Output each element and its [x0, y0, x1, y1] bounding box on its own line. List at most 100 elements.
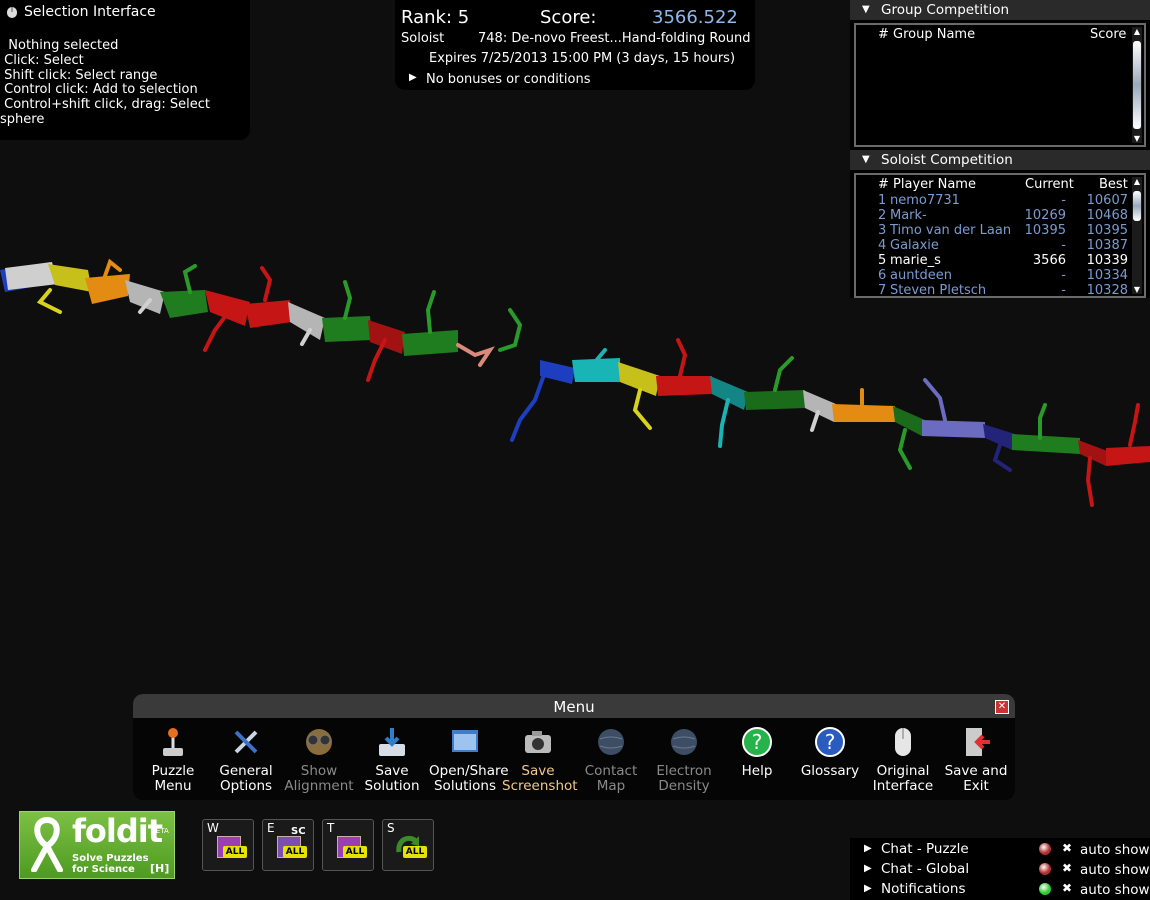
selection-title: Selection Interface: [24, 4, 156, 20]
player-name: Timo van der Laan: [890, 223, 1012, 238]
menu-label-line2: Screenshot: [502, 778, 578, 794]
original-interface-button[interactable]: Original Interface: [867, 726, 939, 794]
player-current: -: [1061, 238, 1066, 253]
chat-puzzle-toggle[interactable]: ▶ Chat - Puzzle ✖ auto show: [850, 840, 1150, 860]
open-share-solutions-button[interactable]: Open/Share Solutions: [429, 726, 509, 794]
checkbox-icon[interactable]: ✖: [1062, 861, 1072, 875]
player-rank: 1: [878, 193, 887, 208]
player-row[interactable]: 1 nemo7731 - 10607: [856, 193, 1132, 208]
player-rank: 5: [878, 253, 887, 268]
player-current: 10269: [1024, 208, 1066, 223]
player-name: nemo7731: [890, 193, 960, 208]
menu-label-line1: Contact: [584, 763, 638, 779]
score-panel: Rank: 5 Score: 3566.522 Soloist 748: De-…: [395, 0, 755, 90]
player-row[interactable]: 6 auntdeen - 10334: [856, 268, 1132, 283]
logo-hotkey: [H]: [150, 862, 170, 875]
player-rank: 3: [878, 223, 887, 238]
menu-label-line1: Original: [876, 763, 930, 779]
player-row[interactable]: 2 Mark- 10269 10468: [856, 208, 1132, 223]
checkbox-icon[interactable]: ✖: [1062, 881, 1072, 895]
save-solution-button[interactable]: Save Solution: [356, 726, 428, 794]
logo-word: foldit: [72, 812, 163, 850]
menu-label-line1: Save and: [944, 763, 1008, 779]
general-options-button[interactable]: General Options: [210, 726, 282, 794]
glossary-icon: ?: [815, 727, 845, 757]
folder-icon: [452, 730, 478, 752]
menu-label-line1: Save: [521, 763, 555, 779]
player-row[interactable]: 4 Galaxie - 10387: [856, 238, 1132, 253]
player-best: 10339: [1086, 253, 1128, 268]
player-best: 10468: [1086, 208, 1128, 223]
group-competition-list[interactable]: # Group Name Score ▲ ▼: [854, 23, 1146, 147]
notifications-toggle[interactable]: ▶ Notifications ✖ auto show: [850, 880, 1150, 900]
hotkey-label: W: [207, 821, 219, 835]
camera-icon: [525, 731, 551, 753]
logo-beta: BETA: [151, 827, 169, 835]
collapse-arrow-icon: ▼: [862, 4, 870, 15]
menu-label-line1: Glossary: [800, 763, 860, 779]
checkbox-icon[interactable]: ✖: [1062, 841, 1072, 855]
wiggle-all-button[interactable]: W ALL: [202, 819, 254, 871]
scroll-down-icon[interactable]: ▼: [1132, 285, 1142, 294]
player-rank: 6: [878, 268, 887, 283]
mode-label: Soloist: [401, 31, 445, 46]
expires-label: Expires 7/25/2013 15:00 PM (3 days, 15 h…: [429, 51, 736, 66]
electron-density-button[interactable]: Electron Density: [648, 726, 720, 794]
scroll-thumb[interactable]: [1133, 41, 1141, 129]
expand-arrow-icon[interactable]: ▶: [409, 72, 417, 83]
all-badge: ALL: [223, 846, 247, 858]
player-name: Steven Pletsch: [890, 283, 987, 298]
show-alignment-button[interactable]: Show Alignment: [283, 726, 355, 794]
selection-instructions: Nothing selected Click: Select Shift cli…: [0, 38, 210, 128]
score-value: 3566.522: [652, 7, 738, 28]
all-badge: ALL: [403, 846, 427, 858]
expand-arrow-icon: ▶: [864, 843, 872, 854]
svg-text:?: ?: [752, 730, 763, 754]
tweak-all-button[interactable]: T ALL: [322, 819, 374, 871]
scroll-up-icon[interactable]: ▲: [1132, 27, 1142, 36]
ribbon-icon: [31, 816, 63, 872]
globe-icon: [598, 729, 624, 755]
logo-tagline: Solve Puzzles for Science: [72, 853, 149, 875]
selection-line: sphere: [0, 111, 45, 127]
glossary-button[interactable]: ? Glossary: [794, 726, 866, 779]
expand-arrow-icon: ▶: [864, 863, 872, 874]
soloist-competition-list[interactable]: # Player Name Current Best 1 nemo7731 - 106…: [854, 173, 1146, 298]
foldit-logo[interactable]: foldit BETA Solve Puzzles for Science [H…: [19, 811, 175, 879]
save-screenshot-button[interactable]: Save Screenshot: [502, 726, 578, 794]
shake-all-button[interactable]: E SC ALL: [262, 819, 314, 871]
group-scrollbar[interactable]: ▲ ▼: [1132, 27, 1142, 143]
logo-tagline-line: for Science: [72, 864, 135, 875]
player-current: -: [1061, 193, 1066, 208]
soloist-competition-header[interactable]: ▼ Soloist Competition: [850, 150, 1150, 170]
main-menu: Menu ✕ Puzzle Menu General Options Show Align…: [133, 694, 1015, 800]
rebuild-all-button[interactable]: S ALL: [382, 819, 434, 871]
player-name: marie_s: [890, 253, 941, 268]
player-row[interactable]: 5 marie_s 3566 10339: [856, 253, 1132, 268]
mouse-icon: [7, 7, 17, 18]
help-button[interactable]: ? Help: [721, 726, 793, 779]
scroll-down-icon[interactable]: ▼: [1132, 134, 1142, 143]
puzzle-menu-button[interactable]: Puzzle Menu: [137, 726, 209, 794]
player-name: Galaxie: [890, 238, 939, 253]
competition-panel: ▼ Group Competition # Group Name Score ▲…: [850, 0, 1150, 298]
scroll-up-icon[interactable]: ▲: [1132, 177, 1142, 186]
bonuses-toggle[interactable]: No bonuses or conditions: [426, 72, 590, 87]
save-and-exit-button[interactable]: Save and Exit: [940, 726, 1012, 794]
chat-label: Chat - Global: [881, 861, 970, 877]
selection-line: Click: Select: [0, 52, 84, 68]
current-header: Current: [1025, 177, 1074, 192]
globe-icon: [671, 729, 697, 755]
contact-map-button[interactable]: Contact Map: [575, 726, 647, 794]
svg-text:?: ?: [825, 730, 836, 754]
chat-global-toggle[interactable]: ▶ Chat - Global ✖ auto show: [850, 860, 1150, 880]
group-competition-header[interactable]: ▼ Group Competition: [850, 0, 1150, 20]
soloist-scrollbar[interactable]: ▲ ▼: [1132, 177, 1142, 294]
close-icon[interactable]: ✕: [995, 700, 1009, 714]
selection-line: Nothing selected: [0, 38, 119, 53]
scroll-thumb[interactable]: [1133, 191, 1141, 221]
player-row[interactable]: 3 Timo van der Laan 10395 10395: [856, 223, 1132, 238]
status-dot-icon: [1039, 843, 1051, 855]
menu-label-line1: Show: [300, 763, 338, 779]
player-row[interactable]: 7 Steven Pletsch - 10328: [856, 283, 1132, 298]
